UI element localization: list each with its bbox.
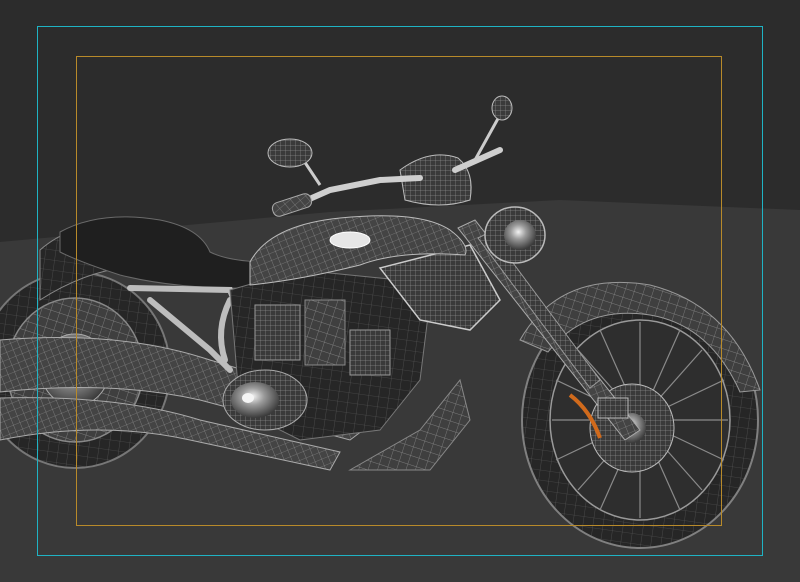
3d-viewport[interactable] [0,0,800,582]
brake-caliper [597,397,629,419]
tank-emblem [329,231,371,249]
wireframe-motorcycle-render [0,0,800,582]
